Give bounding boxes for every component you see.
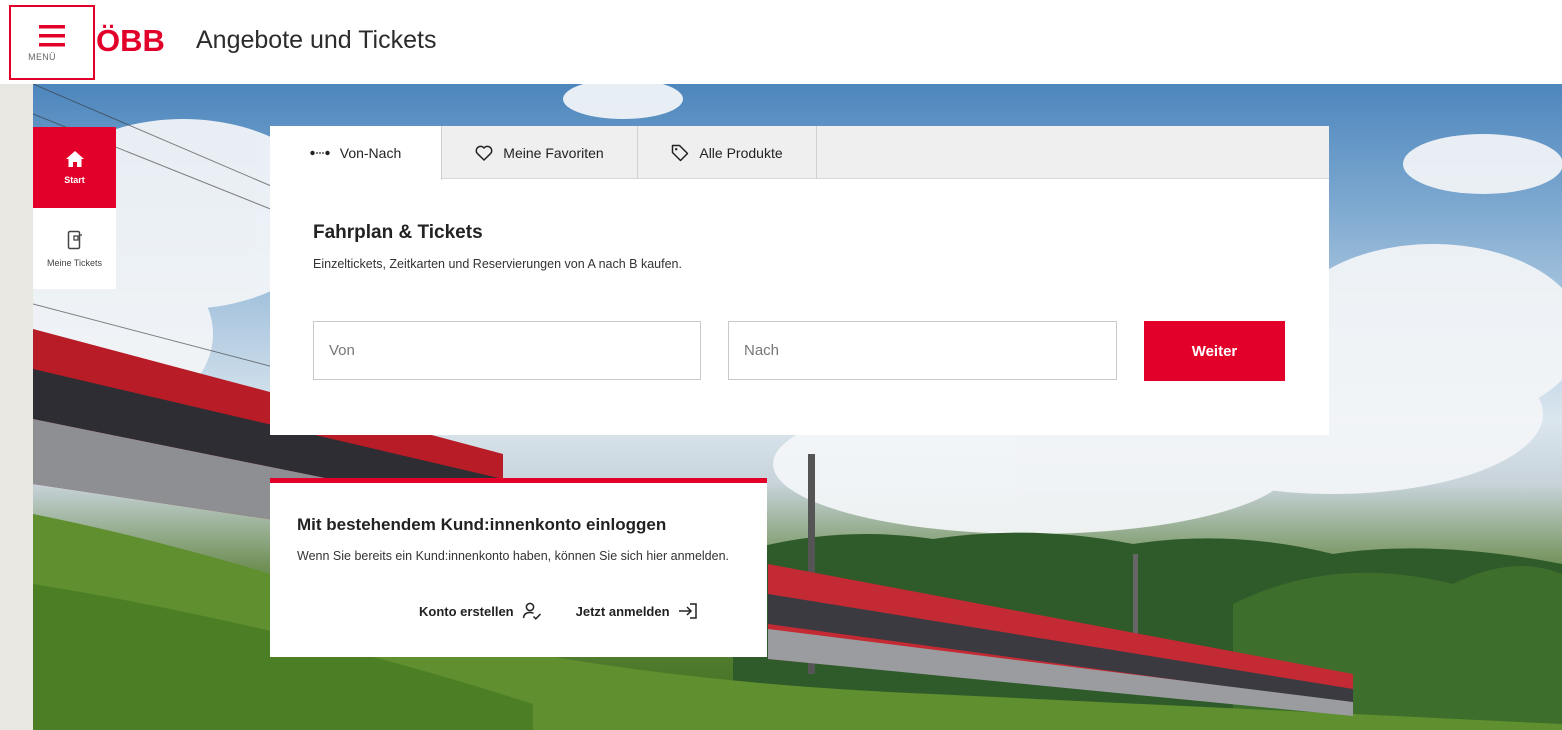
tab-meine-favoriten[interactable]: Meine Favoriten (442, 126, 638, 179)
tab-von-nach[interactable]: Von-Nach (270, 126, 442, 180)
route-dots-icon (310, 150, 330, 156)
search-tabs: Von-Nach Meine Favoriten Alle Produkte (270, 126, 1329, 180)
sidenav-item-meine-tickets[interactable]: Meine Tickets (33, 208, 116, 289)
tab-label-von-nach: Von-Nach (339, 145, 402, 161)
login-link[interactable]: Jetzt anmelden (576, 602, 698, 620)
tag-icon (672, 144, 689, 161)
search-card: Von-Nach Meine Favoriten Alle Produkte F… (270, 126, 1329, 435)
sign-in-icon (678, 603, 697, 619)
create-account-label: Konto erstellen (419, 603, 514, 619)
tab-label-meine-favoriten: Meine Favoriten (503, 144, 604, 161)
top-header: MENÜ ÖBB Angebote und Tickets (0, 0, 1562, 84)
obb-logo[interactable]: ÖBB (96, 23, 172, 62)
sidenav-label-meine-tickets: Meine Tickets (46, 257, 103, 268)
create-account-link[interactable]: Konto erstellen (419, 602, 542, 620)
sidenav-label-start: Start (64, 174, 85, 185)
weiter-button[interactable]: Weiter (1144, 321, 1285, 381)
to-input[interactable] (728, 321, 1117, 380)
login-title: Mit bestehendem Kund:innenkonto einlogge… (297, 515, 667, 534)
home-icon (65, 150, 84, 167)
side-navigation: Start Meine Tickets (33, 127, 116, 289)
svg-text:ÖBB: ÖBB (96, 23, 165, 57)
heart-icon (475, 145, 493, 161)
ticket-icon (67, 230, 82, 249)
from-input[interactable] (313, 321, 701, 380)
hamburger-icon (39, 25, 65, 47)
page-title: Angebote und Tickets (196, 26, 437, 54)
tab-label-alle-produkte: Alle Produkte (699, 144, 783, 161)
tab-alle-produkte[interactable]: Alle Produkte (638, 126, 817, 179)
user-check-icon (522, 602, 541, 620)
search-title: Fahrplan & Tickets (313, 222, 483, 243)
search-subtitle: Einzeltickets, Zeitkarten und Reservieru… (313, 257, 682, 271)
login-text: Wenn Sie bereits ein Kund:innenkonto hab… (297, 549, 730, 563)
menu-label: MENÜ (28, 52, 56, 62)
sidenav-item-start[interactable]: Start (33, 127, 116, 208)
menu-button[interactable]: MENÜ (9, 5, 95, 80)
login-card: Mit bestehendem Kund:innenkonto einlogge… (270, 478, 767, 657)
login-link-label: Jetzt anmelden (575, 603, 670, 619)
login-actions: Konto erstellen Jetzt anmelden (419, 602, 698, 620)
